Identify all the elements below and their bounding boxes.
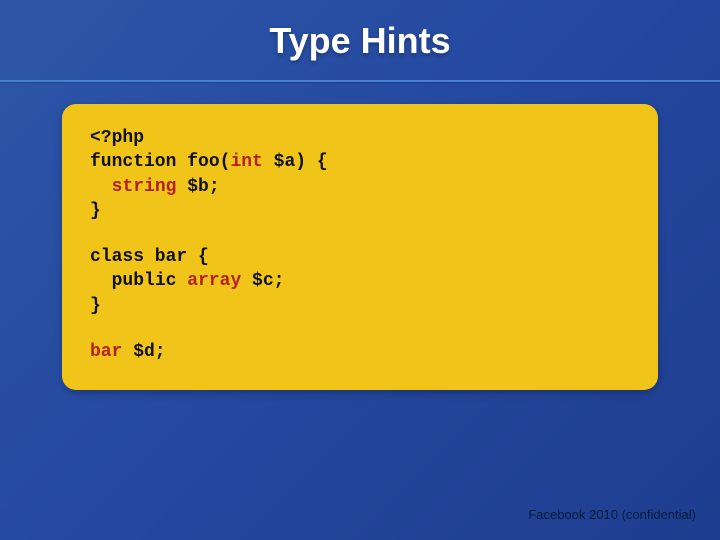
type-keyword-bar: bar [90,342,122,362]
code-text: $c; [241,271,284,291]
type-keyword-int: int [230,152,262,172]
code-text: $b; [176,177,219,197]
type-keyword-string: string [112,177,177,197]
type-keyword-array: array [187,271,241,291]
code-text: public [112,271,188,291]
code-block-1: <?php function foo(int $a) { string $b; … [90,126,630,223]
code-line: bar $d; [90,340,630,364]
code-line: } [90,294,630,318]
code-block-3: bar $d; [90,340,630,364]
code-line: function foo(int $a) { [90,150,630,174]
title-divider [0,80,720,82]
code-line: public array $c; [90,269,630,293]
code-line: class bar { [90,245,630,269]
code-line: } [90,199,630,223]
code-block-2: class bar { public array $c; } [90,245,630,318]
footer-note: Facebook 2010 (confidential) [528,507,696,522]
code-line: string $b; [90,175,630,199]
code-text: $d; [122,342,165,362]
code-block: <?php function foo(int $a) { string $b; … [62,104,658,390]
code-line: <?php [90,126,630,150]
slide-title: Type Hints [0,0,720,80]
code-text: $a) { [263,152,328,172]
code-text: function foo( [90,152,230,172]
